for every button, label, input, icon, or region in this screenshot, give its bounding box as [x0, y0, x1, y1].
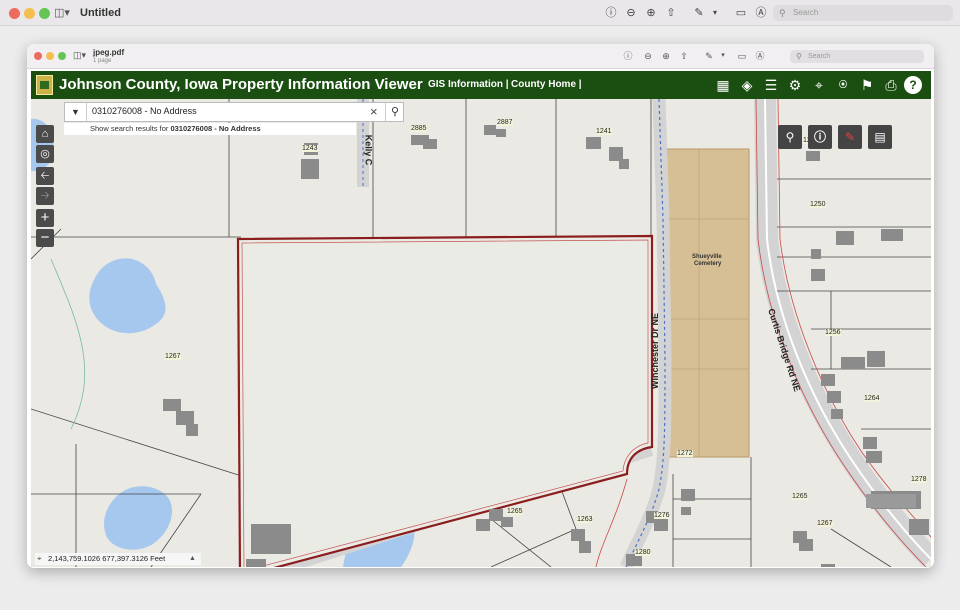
rotate-icon[interactable]: ▭ [735, 49, 749, 63]
search-input[interactable]: 0310276008 - No Address [92, 106, 197, 116]
forward-arrow-icon[interactable]: 🡢 [36, 187, 54, 205]
street-label-kelly: Kelly C [363, 134, 374, 166]
os-search-field[interactable]: ⚲ Search [773, 5, 953, 21]
markup-dropdown-icon[interactable]: ▾ [716, 49, 730, 63]
preview-search-placeholder: Search [808, 53, 831, 60]
house-number-label: 1256 [825, 329, 841, 336]
search-suggestion-prefix: Show search results for [90, 124, 169, 133]
back-arrow-icon[interactable]: 🡠 [36, 167, 54, 185]
zoom-out-icon[interactable]: ⊖ [623, 5, 639, 21]
parcel-search-box: ▼ 0310276008 - No Address × ⚲ [64, 102, 404, 122]
house-number-label: 1263 [577, 516, 593, 523]
search-icon: ⚲ [796, 52, 802, 61]
search-suggestion-value: 0310276008 - No Address [170, 124, 261, 133]
preview-search-field[interactable]: ⚲ Search [790, 50, 924, 63]
settings-icon[interactable]: ⚙ [784, 74, 806, 96]
zoom-out-icon[interactable]: ⊖ [641, 49, 655, 63]
zoom-in-icon[interactable]: + [36, 209, 54, 227]
search-source-dropdown[interactable]: ▼ [65, 103, 87, 121]
markup-icon[interactable]: ✎ [691, 5, 707, 21]
share-icon[interactable]: ⇧ [663, 5, 679, 21]
zoom-window-button[interactable] [58, 52, 66, 60]
minimize-window-button[interactable] [46, 52, 54, 60]
close-window-button[interactable] [9, 8, 20, 19]
search-suggestion[interactable]: Show search results for 0310276008 - No … [64, 123, 356, 135]
window-title: Untitled [80, 7, 121, 19]
map-view[interactable]: Kelly C Winchester Dr NE Curtis Bridge R… [31, 99, 931, 567]
info-icon[interactable]: ⓘ [621, 49, 635, 63]
house-number-label: 1243 [302, 145, 318, 152]
xy-coordinates-icon[interactable]: ⦿ [832, 74, 854, 96]
document-name: jpeg.pdf [93, 48, 125, 57]
clear-search-icon[interactable]: × [370, 104, 378, 119]
os-window-titlebar: ◫▾ Untitled ⓘ ⊖ ⊕ ⇧ ✎ ▾ ▭ Ⓐ ⚲ Search [0, 0, 960, 26]
house-number-label: 1278 [911, 476, 927, 483]
grid-icon[interactable]: ▦ [712, 74, 734, 96]
pond-west [89, 258, 166, 334]
house-number-label: 1241 [596, 128, 612, 135]
coordinate-readout: ⌖ 2,143,759.1026 677,397.3126 Feet ▲ [35, 553, 201, 565]
house-number-label: 2885 [411, 125, 427, 132]
house-number-label: 1272 [677, 450, 693, 457]
annotate-icon[interactable]: Ⓐ [753, 5, 769, 21]
crosshair-icon[interactable]: ⌖ [37, 553, 42, 565]
house-number-label: 1250 [810, 201, 826, 208]
os-search-placeholder: Search [793, 8, 819, 17]
search-button[interactable]: ⚲ [385, 103, 404, 121]
zoom-window-button[interactable] [39, 8, 50, 19]
search-icon: ⚲ [779, 8, 786, 18]
sidebar-toggle-icon[interactable]: ◫▾ [73, 50, 86, 61]
document-page-count: 1 page [93, 58, 112, 64]
house-number-label: 1265 [792, 493, 808, 500]
share-icon[interactable]: ⇧ [677, 49, 691, 63]
coordinate-text: 2,143,759.1026 677,397.3126 Feet [48, 554, 166, 563]
preview-window: ◫▾ jpeg.pdf 1 page ⓘ ⊖ ⊕ ⇧ ✎ ▾ ▭ Ⓐ ⚲ Sea… [27, 44, 934, 568]
print-icon[interactable]: ⎙ [880, 74, 902, 96]
minimize-window-button[interactable] [24, 8, 35, 19]
house-number-label: 1276 [654, 512, 670, 519]
home-icon[interactable]: ⌂ [36, 125, 54, 143]
help-icon[interactable]: ? [904, 76, 922, 94]
zoom-icon[interactable]: ⚲ [778, 125, 802, 149]
cemetery-label-line-2: Cemetery [694, 261, 722, 267]
house-number-label: 1280 [635, 549, 651, 556]
preview-titlebar: ◫▾ jpeg.pdf 1 page ⓘ ⊖ ⊕ ⇧ ✎ ▾ ▭ Ⓐ ⚲ Sea… [27, 44, 934, 69]
info-icon[interactable]: ⓘ [808, 125, 832, 149]
house-number-label: 1267 [817, 520, 833, 527]
markup-dropdown-icon[interactable]: ▾ [707, 5, 723, 21]
legend-list-icon[interactable]: ☰ [760, 74, 782, 96]
sidebar-toggle-icon[interactable]: ◫▾ [54, 6, 70, 19]
app-header: Johnson County, Iowa Property Informatio… [31, 71, 931, 99]
draw-icon[interactable]: ✎ [838, 125, 862, 149]
nav-gis-information-link[interactable]: GIS Information | [428, 79, 509, 90]
house-number-label: 1265 [507, 508, 523, 515]
zoom-out-icon[interactable]: − [36, 229, 54, 247]
education-icon[interactable]: ⚑ [856, 74, 878, 96]
markup-icon[interactable]: ✎ [702, 49, 716, 63]
measure-icon[interactable]: ⌖ [808, 74, 830, 96]
zoom-in-icon[interactable]: ⊕ [659, 49, 673, 63]
street-label-winchester: Winchester Dr NE [649, 313, 660, 389]
chevron-up-icon[interactable]: ▲ [189, 553, 196, 565]
close-window-button[interactable] [34, 52, 42, 60]
rotate-icon[interactable]: ▭ [733, 5, 749, 21]
house-number-label: 2887 [497, 119, 513, 126]
cemetery-label-line-1: Shueyville [692, 254, 722, 260]
county-logo [36, 75, 53, 95]
nav-county-home-link[interactable]: County Home | [511, 79, 582, 90]
zoom-in-icon[interactable]: ⊕ [643, 5, 659, 21]
house-number-label: 1264 [864, 395, 880, 402]
annotate-icon[interactable]: Ⓐ [753, 49, 767, 63]
cemetery-parcel [666, 148, 750, 458]
info-icon[interactable]: ⓘ [603, 5, 619, 21]
app-title: Johnson County, Iowa Property Informatio… [59, 76, 423, 93]
house-number-label: 1267 [165, 353, 181, 360]
locate-icon[interactable]: ◎ [36, 145, 54, 163]
comment-icon[interactable]: ▤ [868, 125, 892, 149]
pond-southwest [104, 486, 173, 550]
layers-icon[interactable]: ◈ [736, 74, 758, 96]
